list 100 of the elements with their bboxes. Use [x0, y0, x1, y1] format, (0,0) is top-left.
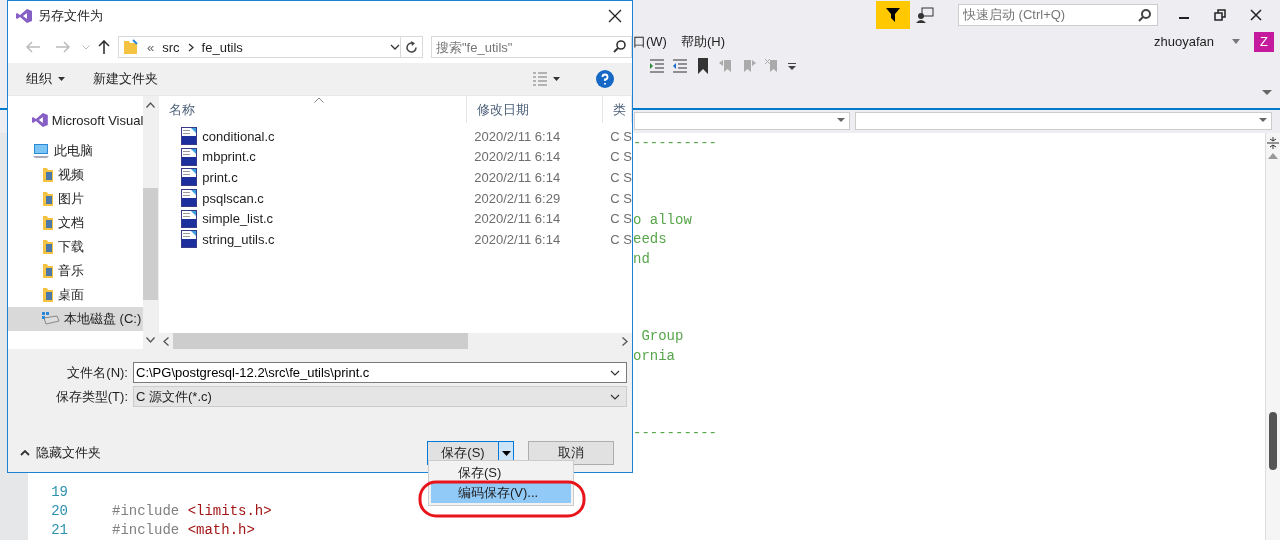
caret-icon [837, 118, 845, 124]
folder-icon [42, 263, 54, 279]
filter-icon [886, 7, 900, 22]
code-line: ornia [632, 347, 676, 364]
folder-icon [42, 215, 54, 231]
scroll-left-icon[interactable] [163, 336, 170, 346]
scroll-down-icon[interactable] [146, 337, 156, 343]
caret-icon [501, 450, 511, 456]
feedback-icon[interactable] [916, 6, 934, 23]
file-type: C S [609, 170, 632, 185]
filter-button[interactable] [876, 0, 910, 29]
drive-icon [42, 312, 60, 326]
code-line: nd [632, 250, 651, 267]
menu-item[interactable]: 帮助(H) [680, 32, 725, 51]
line-number: 21 [50, 522, 68, 539]
file-date: 2020/2/11 6:14 [473, 128, 562, 144]
hide-folders-toggle[interactable]: 隐藏文件夹 [20, 444, 101, 462]
chevron-down-icon[interactable] [390, 44, 400, 50]
chevron-up-icon [20, 450, 30, 456]
code-line: #include <limits.h> [112, 502, 273, 519]
quick-launch-field[interactable]: 快速启动 (Ctrl+Q) [958, 3, 1158, 26]
cancel-button[interactable]: 取消 [528, 441, 614, 465]
app-logo-icon [16, 8, 32, 24]
file-name[interactable]: simple_list.c [202, 211, 274, 227]
organize-menu[interactable]: 组织 [26, 70, 52, 88]
folder-icon [123, 39, 139, 55]
nav-item[interactable]: 文档 [8, 211, 144, 235]
nav-item[interactable]: 下载 [8, 235, 144, 259]
c-file-icon [181, 168, 198, 187]
address-bar[interactable]: « src fe_utils [118, 36, 401, 58]
code-line: #include <math.h> [112, 522, 256, 539]
menu-item[interactable]: 保存(S) [431, 463, 571, 483]
scroll-up-icon[interactable] [146, 102, 156, 108]
column-header[interactable]: 名称 [159, 96, 468, 123]
outdent-icon[interactable] [673, 57, 687, 74]
nav-item[interactable]: 视频 [8, 163, 144, 187]
file-name[interactable]: mbprint.c [202, 149, 256, 165]
column-header[interactable]: 类 [603, 96, 632, 123]
line-number: 20 [50, 502, 68, 519]
scroll-right-icon[interactable] [622, 336, 628, 346]
line-number: 19 [50, 483, 68, 500]
user-name[interactable]: zhuoyafan [1154, 34, 1214, 50]
overflow-chevron[interactable]: « [147, 39, 155, 55]
chevron-down-icon [610, 393, 620, 400]
file-name[interactable]: conditional.c [202, 128, 275, 144]
menu-item[interactable]: 口(W) [633, 32, 667, 51]
menu-item[interactable]: 编码保存(V)... [431, 483, 571, 503]
dropdown-icon[interactable] [1262, 89, 1272, 96]
user-avatar[interactable]: Z [1254, 31, 1274, 52]
nav-item[interactable]: 此电脑 [8, 139, 144, 163]
nav-item[interactable]: 音乐 [8, 259, 144, 283]
folder-icon [42, 191, 54, 207]
file-name[interactable]: string_utils.c [202, 231, 275, 247]
file-date: 2020/2/11 6:14 [473, 231, 562, 247]
file-type: C S [609, 231, 632, 247]
nav-item[interactable]: 桌面 [8, 283, 144, 307]
code-line: ---------- [632, 134, 718, 151]
nav-item[interactable]: 图片 [8, 187, 144, 211]
path-segment[interactable]: src [162, 39, 180, 55]
file-type: C S [609, 190, 632, 206]
indent-icon[interactable] [650, 57, 664, 74]
up-icon[interactable] [98, 40, 110, 54]
search-icon [613, 40, 626, 53]
file-type-dropdown[interactable]: C 源文件(*.c) [133, 386, 627, 407]
close-icon[interactable] [1250, 8, 1262, 21]
field-label: 保存类型(T): [54, 387, 128, 406]
search-field[interactable]: 搜索"fe_utils" [431, 36, 632, 58]
search-icon [1138, 7, 1152, 22]
scrollbar-thumb[interactable] [143, 188, 159, 300]
c-file-icon [181, 189, 198, 208]
new-folder-button[interactable]: 新建文件夹 [93, 70, 158, 88]
file-type: C S [609, 211, 632, 227]
scrollbar-thumb[interactable] [1269, 412, 1277, 470]
file-date: 2020/2/11 6:14 [473, 149, 562, 165]
file-date: 2020/2/11 6:29 [473, 190, 562, 206]
caret-icon[interactable] [553, 77, 560, 81]
overflow-icon[interactable] [788, 61, 796, 70]
refresh-button[interactable] [401, 36, 423, 58]
bookmark-icon[interactable] [696, 57, 710, 74]
split-icon[interactable] [1267, 136, 1279, 149]
c-file-icon [181, 127, 198, 146]
path-segment[interactable]: fe_utils [201, 39, 243, 55]
nav-item[interactable]: Microsoft Visual [8, 108, 144, 132]
restore-icon[interactable] [1214, 8, 1226, 21]
file-name-field[interactable]: C:\PG\postgresql-12.2\src\fe_utils\print.c [133, 362, 627, 383]
scrollbar-thumb[interactable] [173, 333, 469, 349]
caret-icon[interactable] [58, 77, 65, 81]
code-line: Group [640, 328, 685, 345]
refresh-icon [405, 40, 418, 54]
file-type: C S [609, 128, 632, 144]
close-icon[interactable] [608, 9, 622, 23]
c-file-icon [181, 209, 198, 228]
file-date: 2020/2/11 6:14 [473, 211, 562, 227]
chevron-right-icon [187, 42, 194, 52]
help-icon[interactable] [596, 70, 614, 88]
column-header[interactable]: 修改日期 [467, 96, 604, 123]
nav-item[interactable]: 本地磁盘 (C:) [8, 307, 144, 331]
code-line: ---------- [632, 425, 718, 442]
file-name[interactable]: psqlscan.c [202, 190, 264, 206]
file-name[interactable]: print.c [202, 170, 238, 185]
